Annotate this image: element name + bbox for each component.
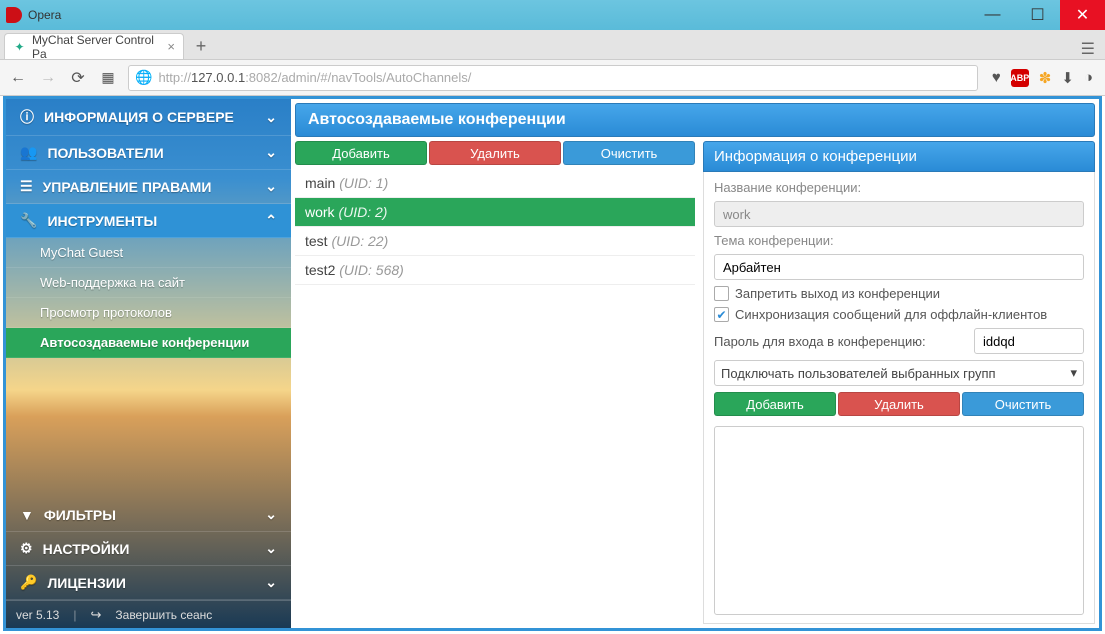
select-value: Подключать пользователей выбранных групп	[721, 366, 996, 381]
version-label: ver 5.13	[16, 608, 59, 622]
topic-label: Тема конференции:	[714, 233, 1084, 248]
sidebar-sub-websupport[interactable]: Web-поддержка на сайт	[6, 268, 291, 298]
sidebar-item-users[interactable]: 👥 ПОЛЬЗОВАТЕЛИ ⌄	[6, 136, 291, 170]
window-maximize[interactable]: ☐	[1015, 0, 1060, 30]
content-area: Автосоздаваемые конференции Добавить Уда…	[291, 99, 1099, 628]
sidebar-sub-protocols[interactable]: Просмотр протоколов	[6, 298, 291, 328]
site-info-icon[interactable]: 🌐	[135, 69, 152, 86]
sidebar-item-server-info[interactable]: ⓘ ИНФОРМАЦИЯ О СЕРВЕРЕ ⌄	[6, 99, 291, 136]
name-field	[714, 201, 1084, 227]
forbid-leave-checkbox[interactable]	[714, 286, 729, 301]
connect-mode-select[interactable]: Подключать пользователей выбранных групп…	[714, 360, 1084, 386]
sidebar-item-rights[interactable]: ☰ УПРАВЛЕНИЕ ПРАВАМИ ⌄	[6, 170, 291, 204]
sidebar-item-licenses[interactable]: 🔑 ЛИЦЕНЗИИ ⌄	[6, 566, 291, 600]
sidebar-label: ПОЛЬЗОВАТЕЛИ	[47, 145, 163, 161]
password-field[interactable]	[974, 328, 1084, 354]
add-button[interactable]: Добавить	[295, 141, 427, 165]
chevron-down-icon: ▾	[1070, 365, 1077, 381]
sync-icon[interactable]: ◑	[1084, 69, 1093, 86]
users-icon: 👥	[20, 144, 37, 161]
address-bar[interactable]: 🌐 http://127.0.0.1:8082/admin/#/navTools…	[128, 65, 978, 91]
groups-listbox[interactable]	[714, 426, 1084, 615]
sidebar-label: ЛИЦЕНЗИИ	[47, 575, 125, 591]
opera-icon	[6, 7, 22, 23]
speed-dial-icon[interactable]: ▦	[98, 69, 118, 86]
new-tab-button[interactable]: +	[188, 33, 214, 59]
conference-list: main (UID: 1) work (UID: 2) test (UID: 2…	[295, 169, 695, 624]
chevron-down-icon: ⌄	[265, 178, 277, 195]
window-close[interactable]: ✕	[1060, 0, 1105, 30]
logout-link[interactable]: Завершить сеанс	[115, 608, 212, 622]
window-title: Opera	[28, 8, 970, 22]
extension-paw-icon[interactable]: ✽	[1039, 69, 1052, 87]
tab-title: MyChat Server Control Pa	[32, 33, 161, 61]
filter-icon: ▼	[20, 507, 34, 523]
chevron-down-icon: ⌄	[265, 574, 277, 591]
tab-favicon: ✦	[13, 40, 26, 54]
list-item[interactable]: work (UID: 2)	[295, 198, 695, 227]
logout-icon: ↪	[90, 607, 101, 623]
list-item[interactable]: test2 (UID: 568)	[295, 256, 695, 285]
gear-icon: ⚙	[20, 540, 33, 557]
download-icon[interactable]: ⬇	[1061, 69, 1074, 87]
conference-info-panel: Информация о конференции Название конфер…	[703, 141, 1095, 624]
list-icon: ☰	[20, 178, 33, 195]
wrench-icon: 🔧	[20, 212, 37, 229]
chevron-down-icon: ⌄	[265, 540, 277, 557]
sidebar: ⓘ ИНФОРМАЦИЯ О СЕРВЕРЕ ⌄ 👥 ПОЛЬЗОВАТЕЛИ …	[6, 99, 291, 628]
chevron-down-icon: ⌄	[265, 109, 277, 126]
sync-offline-label: Синхронизация сообщений для оффлайн-клие…	[735, 307, 1047, 322]
tab-close-icon[interactable]: ×	[167, 39, 175, 54]
sidebar-label: УПРАВЛЕНИЕ ПРАВАМИ	[43, 179, 212, 195]
info-icon: ⓘ	[20, 107, 34, 127]
sidebar-label: ИНФОРМАЦИЯ О СЕРВЕРЕ	[44, 109, 234, 125]
chevron-up-icon: ⌃	[265, 212, 277, 229]
sidebar-label: ИНСТРУМЕНТЫ	[47, 213, 157, 229]
chevron-down-icon: ⌄	[265, 506, 277, 523]
page-title: Автосоздаваемые конференции	[295, 103, 1095, 137]
window-minimize[interactable]: —	[970, 0, 1015, 30]
sidebar-label: НАСТРОЙКИ	[43, 541, 130, 557]
sidebar-label: ФИЛЬТРЫ	[44, 507, 116, 523]
url-text: http://127.0.0.1:8082/admin/#/navTools/A…	[158, 70, 471, 85]
password-label: Пароль для входа в конференцию:	[714, 334, 966, 349]
abp-icon[interactable]: ABP	[1011, 69, 1029, 87]
nav-reload-icon[interactable]: ⟳	[68, 68, 88, 88]
nav-back-icon[interactable]: ←	[8, 69, 28, 87]
panel-title: Информация о конференции	[703, 141, 1095, 172]
groups-clear-button[interactable]: Очистить	[962, 392, 1084, 416]
chevron-down-icon: ⌄	[265, 144, 277, 161]
sidebar-sub-autoconf[interactable]: Автосоздаваемые конференции	[6, 328, 291, 358]
os-titlebar: Opera — ☐ ✕	[0, 0, 1105, 30]
nav-forward-icon: →	[38, 69, 58, 87]
groups-add-button[interactable]: Добавить	[714, 392, 836, 416]
url-toolbar: ← → ⟳ ▦ 🌐 http://127.0.0.1:8082/admin/#/…	[0, 60, 1105, 96]
key-icon: 🔑	[20, 574, 37, 591]
topic-field[interactable]	[714, 254, 1084, 280]
sidebar-item-settings[interactable]: ⚙ НАСТРОЙКИ ⌄	[6, 532, 291, 566]
browser-tab[interactable]: ✦ MyChat Server Control Pa ×	[4, 33, 184, 59]
heart-icon[interactable]: ♥	[992, 69, 1001, 86]
clear-button[interactable]: Очистить	[563, 141, 695, 165]
sidebar-item-tools[interactable]: 🔧 ИНСТРУМЕНТЫ ⌃	[6, 204, 291, 238]
name-label: Название конференции:	[714, 180, 1084, 195]
browser-menu-icon[interactable]: ☰	[1077, 39, 1105, 59]
list-item[interactable]: main (UID: 1)	[295, 169, 695, 198]
sidebar-sub-guest[interactable]: MyChat Guest	[6, 238, 291, 268]
groups-delete-button[interactable]: Удалить	[838, 392, 960, 416]
app-frame: ⓘ ИНФОРМАЦИЯ О СЕРВЕРЕ ⌄ 👥 ПОЛЬЗОВАТЕЛИ …	[3, 96, 1102, 631]
tab-strip: ✦ MyChat Server Control Pa × + ☰	[0, 30, 1105, 60]
conference-list-panel: Добавить Удалить Очистить main (UID: 1) …	[295, 141, 695, 624]
sync-offline-checkbox[interactable]: ✔	[714, 307, 729, 322]
sidebar-footer: ver 5.13 | ↪ Завершить сеанс	[6, 600, 291, 628]
forbid-leave-label: Запретить выход из конференции	[735, 286, 940, 301]
delete-button[interactable]: Удалить	[429, 141, 561, 165]
list-item[interactable]: test (UID: 22)	[295, 227, 695, 256]
sidebar-item-filters[interactable]: ▼ ФИЛЬТРЫ ⌄	[6, 498, 291, 532]
